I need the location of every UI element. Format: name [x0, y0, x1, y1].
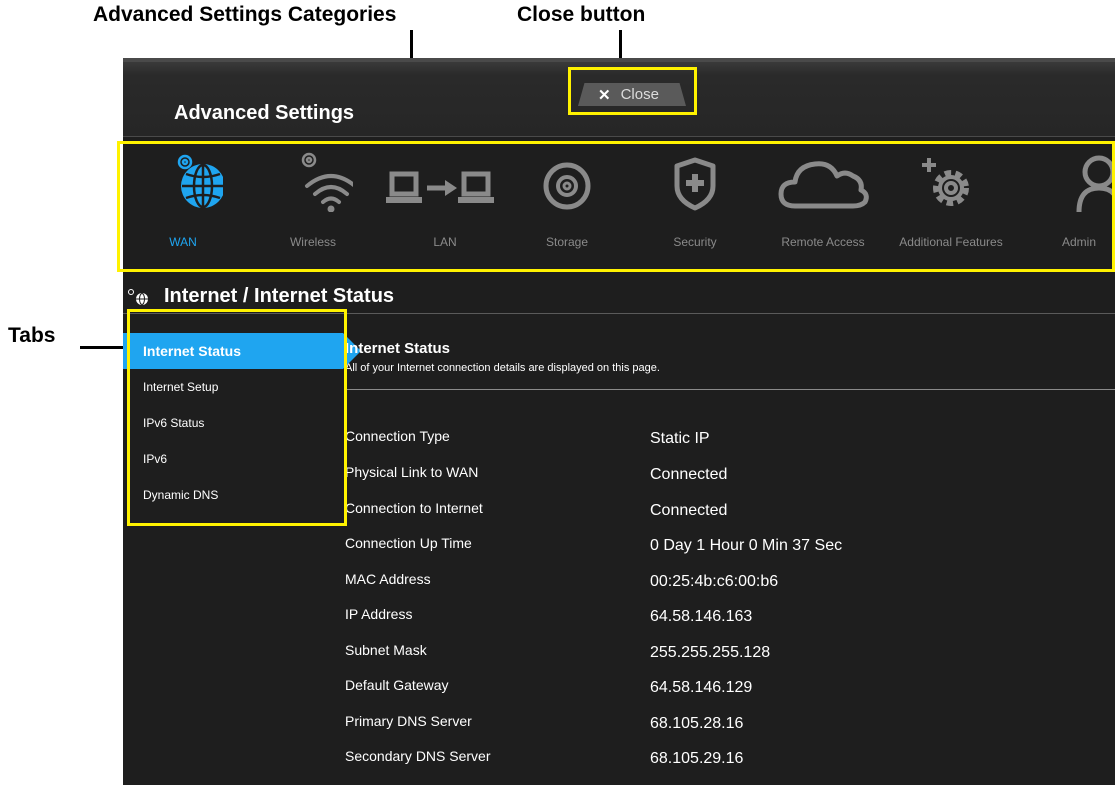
status-value: Connected [650, 502, 728, 519]
status-row: Secondary DNS Server 68.105.29.16 [345, 748, 1115, 770]
status-value: 00:25:4b:c6:00:b6 [650, 573, 779, 590]
tab-ipv6-status[interactable]: IPv6 Status [123, 405, 345, 441]
category-label: LAN [433, 235, 457, 249]
tab-internet-status[interactable]: Internet Status [123, 333, 361, 369]
status-row: Connection to Internet Connected [345, 500, 1115, 522]
content-description: All of your Internet connection details … [345, 362, 660, 374]
globe-small-icon [128, 289, 148, 305]
category-label: Security [673, 235, 717, 249]
status-row: Subnet Mask 255.255.255.128 [345, 642, 1115, 664]
status-key: Default Gateway [345, 677, 449, 693]
top-bar: Advanced Settings ✕ Close [123, 58, 1115, 136]
content-title: Internet Status [345, 340, 451, 357]
status-value: Static IP [650, 430, 710, 447]
globe-icon [177, 154, 223, 209]
status-key: IP Address [345, 606, 413, 622]
shield-icon [674, 157, 716, 211]
router-admin-screen: Advanced Settings ✕ Close WAN Wireless L… [123, 58, 1115, 785]
status-row: Connection Up Time 0 Day 1 Hour 0 Min 37… [345, 535, 1115, 557]
category-additional-features[interactable]: Additional Features [891, 142, 1011, 270]
tab-dynamic-dns[interactable]: Dynamic DNS [123, 477, 345, 513]
status-row: Physical Link to WAN Connected [345, 464, 1115, 486]
status-key: Secondary DNS Server [345, 748, 491, 764]
disk-icon [543, 162, 591, 210]
wifi-icon [301, 152, 353, 212]
status-key: Connection to Internet [345, 500, 483, 516]
status-row: Connection Type Static IP [345, 428, 1115, 450]
status-row: Primary DNS Server 68.105.28.16 [345, 713, 1115, 735]
status-row: Default Gateway 64.58.146.129 [345, 677, 1115, 699]
content-header: Internet Status All of your Internet con… [345, 340, 660, 374]
tab-internet-setup[interactable]: Internet Setup [123, 369, 345, 405]
status-key: MAC Address [345, 571, 431, 587]
section-header: Internet / Internet Status [123, 279, 1115, 314]
close-button[interactable]: ✕ Close [578, 83, 686, 106]
status-value: Connected [650, 466, 728, 483]
tab-ipv6[interactable]: IPv6 [123, 441, 345, 477]
cloud-icon [778, 161, 869, 209]
category-remote-access[interactable]: Remote Access [763, 142, 883, 270]
status-value: 255.255.255.128 [650, 644, 771, 661]
category-label: WAN [169, 235, 197, 249]
status-key: Connection Type [345, 428, 450, 444]
callout-categories: Advanced Settings Categories [93, 3, 397, 26]
category-admin[interactable]: Admin [1019, 142, 1115, 270]
status-key: Physical Link to WAN [345, 464, 479, 480]
category-security[interactable]: Security [635, 142, 755, 270]
category-label: Wireless [289, 235, 336, 249]
callout-close: Close button [517, 3, 646, 26]
page-title: Advanced Settings [174, 102, 355, 124]
category-storage[interactable]: Storage [507, 142, 627, 270]
category-label: Admin [1061, 235, 1096, 249]
category-label: Remote Access [781, 235, 865, 249]
category-lan[interactable]: LAN [385, 142, 505, 270]
divider [345, 389, 1115, 390]
status-key: Subnet Mask [345, 642, 427, 658]
category-bar: WAN Wireless LAN Storage Security Remote… [123, 142, 1115, 270]
gear-plus-icon [922, 158, 969, 206]
section-title: Internet / Internet Status [164, 285, 395, 307]
status-key: Primary DNS Server [345, 713, 472, 729]
user-icon [1076, 155, 1115, 212]
status-value: 64.58.146.163 [650, 608, 753, 625]
status-value: 0 Day 1 Hour 0 Min 37 Sec [650, 537, 843, 554]
status-key: Connection Up Time [345, 535, 472, 551]
category-wireless[interactable]: Wireless [253, 142, 373, 270]
close-button-label: Close [620, 86, 659, 103]
status-row: IP Address 64.58.146.163 [345, 606, 1115, 628]
lan-computers-icon [386, 171, 494, 203]
status-value: 68.105.28.16 [650, 715, 744, 732]
category-wan[interactable]: WAN [123, 142, 243, 270]
status-value: 68.105.29.16 [650, 750, 744, 767]
category-label: Additional Features [899, 235, 1003, 249]
close-icon: ✕ [598, 86, 611, 104]
status-row: MAC Address 00:25:4b:c6:00:b6 [345, 571, 1115, 593]
category-label: Storage [545, 235, 589, 249]
divider [123, 136, 1115, 137]
status-value: 64.58.146.129 [650, 679, 753, 696]
tab-list: Internet Status Internet Setup IPv6 Stat… [123, 333, 361, 513]
callout-tabs: Tabs [8, 324, 56, 347]
